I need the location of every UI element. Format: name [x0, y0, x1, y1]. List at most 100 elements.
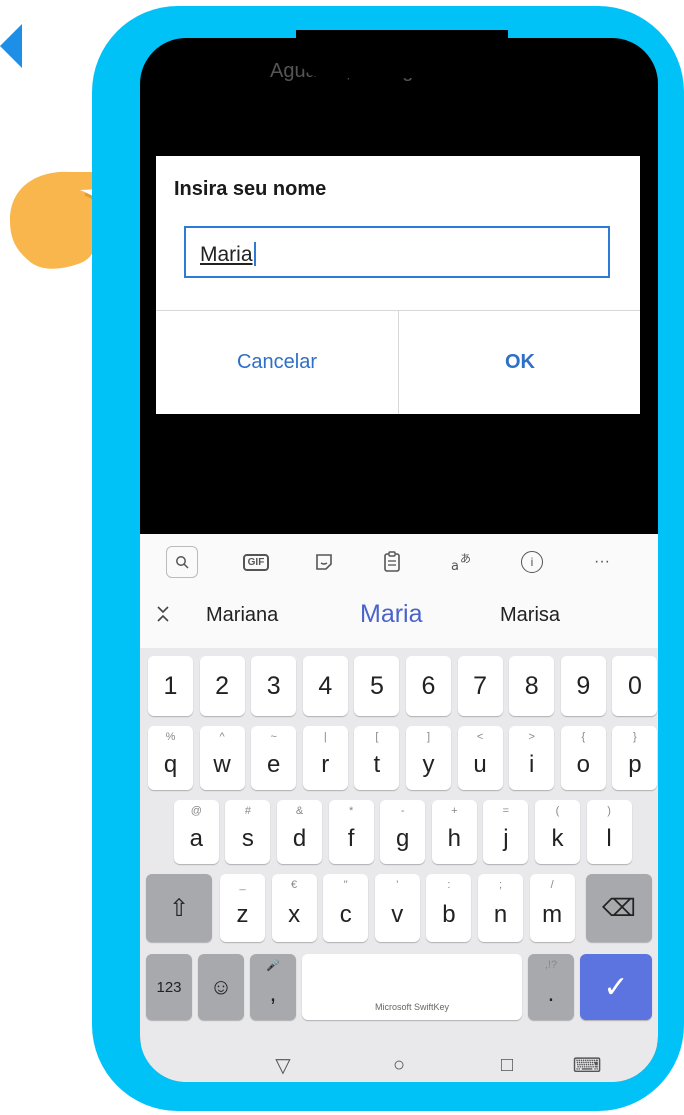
- key-secondary-label: &: [295, 805, 304, 817]
- key-c[interactable]: " c: [323, 874, 369, 942]
- suggestion-center[interactable]: Maria: [360, 600, 423, 629]
- clipboard-icon[interactable]: [376, 546, 408, 578]
- emoji-key[interactable]: ☺: [198, 954, 244, 1020]
- key-label: n: [493, 901, 508, 928]
- key-e[interactable]: ~ e: [251, 726, 297, 790]
- numbers-toggle-key[interactable]: 123: [146, 954, 192, 1020]
- key-label: 1: [163, 671, 178, 700]
- key-label: j: [503, 825, 509, 852]
- key-label: 4: [318, 671, 333, 700]
- info-label: i: [521, 551, 543, 573]
- key-label: c: [339, 901, 352, 928]
- enter-key[interactable]: ✓: [580, 954, 652, 1020]
- collapse-icon[interactable]: [156, 604, 170, 629]
- key-y[interactable]: ] y: [406, 726, 451, 790]
- key-b[interactable]: :b: [426, 874, 472, 942]
- key-label: b: [442, 901, 456, 928]
- key-4[interactable]: 4: [302, 656, 348, 716]
- key-8[interactable]: 8: [509, 656, 555, 716]
- key-secondary-label: |: [323, 731, 327, 743]
- key-label: x: [288, 901, 301, 928]
- key-j[interactable]: = j: [483, 800, 529, 864]
- key-7[interactable]: 7: [457, 656, 503, 716]
- name-input[interactable]: Maria: [184, 226, 610, 278]
- key-f[interactable]: * f: [328, 800, 374, 864]
- key-p[interactable]: } p: [612, 726, 658, 790]
- key-w[interactable]: ^ w: [199, 726, 245, 790]
- nav-back-icon[interactable]: ▽: [268, 1050, 298, 1080]
- key-1[interactable]: 1: [148, 656, 193, 716]
- key-label: o: [576, 751, 590, 778]
- key-o[interactable]: {o: [560, 726, 606, 790]
- key-n[interactable]: ; n: [478, 874, 523, 942]
- keyboard-toolbar: GIF aあ i ···: [140, 534, 658, 591]
- key-label: t: [373, 751, 381, 778]
- key-0[interactable]: 0: [612, 656, 658, 716]
- translate-icon[interactable]: aあ: [446, 546, 478, 578]
- ok-button[interactable]: OK: [399, 310, 641, 414]
- key-9[interactable]: 9: [560, 656, 606, 716]
- cancel-button[interactable]: Cancelar: [156, 310, 398, 414]
- shift-key[interactable]: ⇧: [146, 874, 212, 942]
- key-m[interactable]: / m: [529, 874, 575, 942]
- key-5[interactable]: 5: [354, 656, 400, 716]
- key-secondary-label: +: [451, 805, 458, 817]
- key-label: m: [542, 901, 563, 928]
- key-label: 7: [473, 671, 488, 700]
- key-label: u: [473, 751, 487, 778]
- key-secondary-label: ;: [498, 879, 503, 891]
- key-label: h: [447, 825, 461, 852]
- key-s[interactable]: # s: [225, 800, 271, 864]
- key-label: 0: [627, 671, 642, 700]
- key-r[interactable]: | r: [302, 726, 348, 790]
- key-secondary-label: >: [528, 731, 535, 743]
- suggestion-right[interactable]: Marisa: [500, 604, 560, 627]
- sticker-icon[interactable]: [308, 546, 340, 578]
- key-secondary-label: _: [239, 879, 246, 891]
- key-2[interactable]: 2: [199, 656, 245, 716]
- backspace-key[interactable]: ⌫: [586, 874, 652, 942]
- period-key[interactable]: ,!?.: [528, 954, 574, 1020]
- key-secondary-label: ,!?: [544, 959, 558, 971]
- key-secondary-label: %: [165, 731, 176, 743]
- gif-icon[interactable]: GIF: [240, 546, 272, 578]
- key-h[interactable]: + h: [431, 800, 477, 864]
- nav-recents-icon[interactable]: □: [492, 1050, 522, 1080]
- nav-home-icon[interactable]: ○: [384, 1050, 414, 1080]
- key-u[interactable]: < u: [457, 726, 503, 790]
- nav-keyboard-icon[interactable]: ⌨: [572, 1050, 602, 1080]
- key-secondary-label: ": [343, 879, 348, 891]
- more-icon[interactable]: ···: [586, 546, 618, 578]
- key-3[interactable]: 3: [251, 656, 297, 716]
- key-a[interactable]: @ a: [173, 800, 219, 864]
- key-d[interactable]: & d: [277, 800, 322, 864]
- key-6[interactable]: 6: [406, 656, 451, 716]
- key-v[interactable]: ' v: [374, 874, 420, 942]
- key-z[interactable]: _ z: [220, 874, 265, 942]
- comma-key[interactable]: 🎤,: [250, 954, 296, 1020]
- key-secondary-label: ': [396, 879, 399, 891]
- suggestion-bar: Mariana Maria Marisa: [140, 590, 658, 648]
- search-icon[interactable]: [166, 546, 198, 578]
- suggestion-left[interactable]: Mariana: [206, 604, 278, 627]
- key-t[interactable]: [t: [354, 726, 400, 790]
- key-label: r: [321, 751, 330, 778]
- shift-icon: ⇧: [168, 894, 190, 922]
- key-secondary-label: }: [633, 731, 637, 743]
- key-g[interactable]: -g: [380, 800, 426, 864]
- space-brand-label: Microsoft SwiftKey: [374, 1002, 450, 1012]
- space-key[interactable]: Microsoft SwiftKey: [302, 954, 522, 1020]
- info-icon[interactable]: i: [516, 546, 548, 578]
- key-l[interactable]: ) l: [586, 800, 632, 864]
- dialog-title: Insira seu nome: [174, 178, 327, 200]
- key-q[interactable]: % q: [148, 726, 193, 790]
- key-label: q: [163, 751, 178, 778]
- back-arrow-icon: [0, 24, 22, 68]
- key-secondary-label: #: [244, 805, 251, 817]
- key-secondary-label: ~: [270, 731, 277, 743]
- key-i[interactable]: > i: [509, 726, 555, 790]
- key-x[interactable]: € x: [271, 874, 317, 942]
- key-k[interactable]: (k: [535, 800, 580, 864]
- key-label: v: [391, 901, 404, 928]
- key-label: e: [267, 751, 281, 778]
